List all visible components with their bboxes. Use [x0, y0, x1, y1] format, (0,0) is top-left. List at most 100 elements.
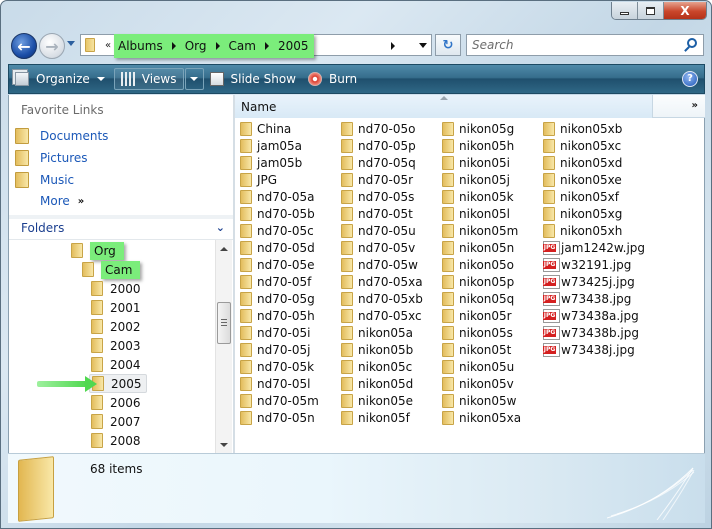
folder-item[interactable]: nikon05s [442, 324, 513, 341]
folder-item[interactable]: nd70-05xa [341, 273, 423, 290]
folder-item[interactable]: nikon05e [341, 392, 413, 409]
file-item[interactable]: jam1242w.jpg [543, 239, 645, 256]
folder-item[interactable]: nikon05xf [543, 188, 619, 205]
file-item[interactable]: w73438a.jpg [543, 307, 639, 324]
tree-node-org[interactable]: Org [71, 241, 124, 260]
folders-heading[interactable]: Folders [21, 221, 64, 235]
folder-item[interactable]: JPG [240, 171, 277, 188]
folder-item[interactable]: nd70-05l [240, 375, 310, 392]
tree-node-2006[interactable]: 2006 [91, 393, 141, 412]
address-bar[interactable]: « Albums Org Cam 2005 [80, 34, 432, 58]
more-links-button[interactable]: More » [40, 194, 84, 208]
forward-button[interactable]: → [39, 33, 65, 59]
folder-item[interactable]: nd70-05g [240, 290, 315, 307]
folder-item[interactable]: nd70-05r [341, 171, 413, 188]
folder-item[interactable]: nd70-05m [240, 392, 319, 409]
chevron-down-icon[interactable]: ⌄ [216, 221, 225, 234]
folder-item[interactable]: nd70-05d [240, 239, 315, 256]
folder-item[interactable]: nikon05t [442, 341, 511, 358]
folder-item[interactable]: nd70-05xb [341, 290, 423, 307]
folder-item[interactable]: nikon05o [442, 256, 514, 273]
file-item[interactable]: w73438b.jpg [543, 324, 639, 341]
breadcrumb-2005[interactable]: 2005 [278, 39, 309, 53]
folder-item[interactable]: nd70-05f [240, 273, 311, 290]
folder-item[interactable]: nd70-05t [341, 205, 413, 222]
back-button[interactable]: ← [11, 33, 37, 59]
tree-node-2005[interactable]: 2005 [89, 374, 147, 393]
views-dropdown-button[interactable] [184, 68, 204, 90]
tree-node-2003[interactable]: 2003 [91, 336, 141, 355]
overflow-chevron-icon[interactable]: « [105, 40, 111, 51]
folder-item[interactable]: nd70-05q [341, 154, 416, 171]
folder-item[interactable]: nd70-05c [240, 222, 314, 239]
folder-item[interactable]: nikon05xb [543, 120, 622, 137]
folder-item[interactable]: nikon05xa [442, 409, 521, 426]
favorite-link-documents[interactable]: Documents [15, 126, 108, 146]
scroll-down-icon[interactable] [220, 443, 228, 447]
file-item[interactable]: w32191.jpg [543, 256, 631, 273]
help-icon[interactable]: ? [682, 71, 698, 87]
folder-item[interactable]: nd70-05n [240, 409, 315, 426]
folder-item[interactable]: jam05b [240, 154, 302, 171]
folder-item[interactable]: nd70-05w [341, 256, 418, 273]
recent-pages-dropdown[interactable] [67, 41, 75, 46]
breadcrumb-separator-icon[interactable] [215, 42, 220, 50]
folder-item[interactable]: nikon05j [442, 171, 510, 188]
folder-item[interactable]: nd70-05u [341, 222, 416, 239]
tree-node-2002[interactable]: 2002 [91, 317, 141, 336]
folder-item[interactable]: nikon05a [341, 324, 413, 341]
folder-item[interactable]: nikon05q [442, 290, 514, 307]
folder-item[interactable]: nd70-05b [240, 205, 315, 222]
folder-item[interactable]: nd70-05a [240, 188, 314, 205]
folder-item[interactable]: nd70-05e [240, 256, 314, 273]
folder-item[interactable]: nikon05xg [543, 205, 622, 222]
folder-item[interactable]: nikon05r [442, 307, 512, 324]
tree-node-2004[interactable]: 2004 [91, 355, 141, 374]
favorite-link-pictures[interactable]: Pictures [15, 148, 88, 168]
folder-item[interactable]: nikon05u [442, 358, 514, 375]
folder-item[interactable]: nikon05n [442, 239, 514, 256]
folder-item[interactable]: nd70-05xc [341, 307, 422, 324]
close-button[interactable]: X [664, 2, 706, 19]
folder-item[interactable]: nikon05i [442, 154, 510, 171]
folder-item[interactable]: nikon05g [442, 120, 514, 137]
breadcrumb-org[interactable]: Org [185, 39, 207, 53]
folder-item[interactable]: nikon05w [442, 392, 517, 409]
folder-item[interactable]: nd70-05v [341, 239, 415, 256]
folder-item[interactable]: nd70-05j [240, 341, 310, 358]
tree-node-2001[interactable]: 2001 [91, 298, 141, 317]
folder-item[interactable]: nikon05b [341, 341, 413, 358]
slideshow-button[interactable]: Slide Show [204, 68, 302, 90]
address-dropdown-icon[interactable] [419, 43, 427, 48]
tree-node-2000[interactable]: 2000 [91, 279, 141, 298]
folder-item[interactable]: nd70-05o [341, 120, 415, 137]
search-icon[interactable] [687, 38, 697, 48]
folder-item[interactable]: nikon05xh [543, 222, 622, 239]
minimize-button[interactable] [612, 2, 638, 19]
breadcrumb-separator-icon[interactable] [391, 42, 395, 50]
burn-button[interactable]: Burn [302, 68, 363, 90]
folder-item[interactable]: nikon05l [442, 205, 510, 222]
column-header-name[interactable]: Name [235, 95, 653, 118]
favorite-link-music[interactable]: Music [15, 170, 74, 190]
breadcrumb-separator-icon[interactable] [171, 42, 176, 50]
folder-item[interactable]: nikon05p [442, 273, 514, 290]
folder-item[interactable]: nikon05xd [543, 154, 622, 171]
file-item[interactable]: w73438j.jpg [543, 341, 635, 358]
folder-item[interactable]: nikon05f [341, 409, 410, 426]
folder-item[interactable]: China [240, 120, 291, 137]
folder-item[interactable]: nikon05xc [543, 137, 621, 154]
folder-item[interactable]: nd70-05s [341, 188, 414, 205]
organize-button[interactable]: Organize [9, 68, 111, 90]
breadcrumb-cam[interactable]: Cam [229, 39, 256, 53]
search-input[interactable] [467, 35, 667, 55]
folder-item[interactable]: nd70-05i [240, 324, 310, 341]
tree-node-2007[interactable]: 2007 [91, 412, 141, 431]
breadcrumb-albums[interactable]: Albums [118, 39, 163, 53]
scroll-up-icon[interactable] [220, 247, 228, 251]
folder-item[interactable]: nikon05h [442, 137, 514, 154]
folder-item[interactable]: nd70-05h [240, 307, 315, 324]
folder-item[interactable]: nd70-05p [341, 137, 416, 154]
more-columns-chevron-icon[interactable]: » [692, 100, 698, 111]
tree-scrollbar[interactable] [215, 240, 232, 453]
